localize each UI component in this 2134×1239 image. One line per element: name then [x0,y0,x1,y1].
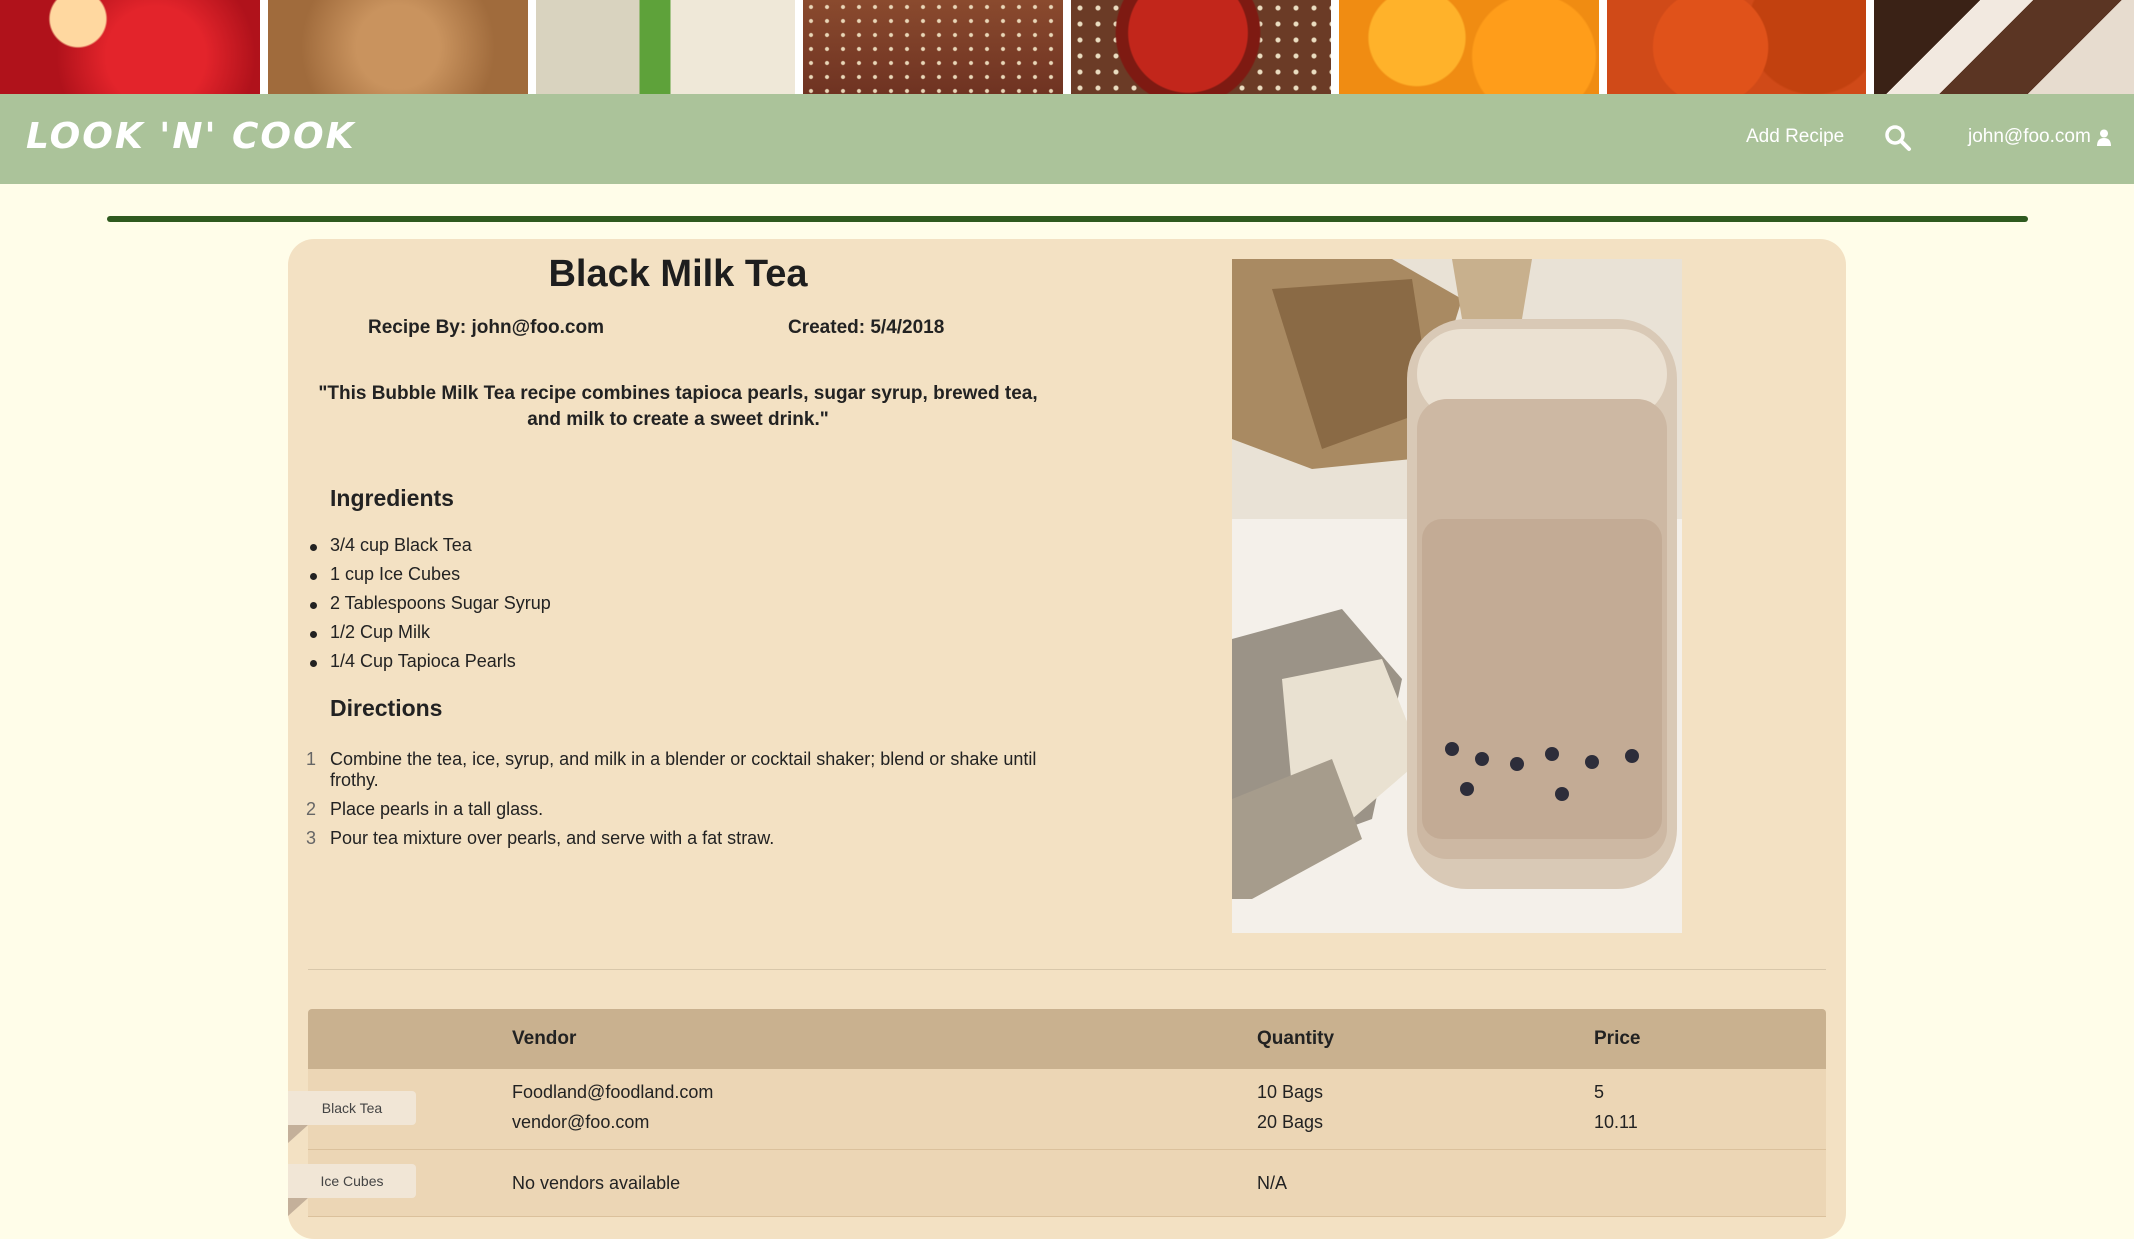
direction-step: 3 Pour tea mixture over pearls, and serve… [306,828,1060,849]
step-text: Place pearls in a tall glass. [330,799,544,819]
vendor-email: vendor@foo.com [512,1112,650,1132]
step-number: 2 [306,799,317,819]
add-recipe-link[interactable]: Add Recipe [1746,126,1844,148]
ingredient-tag: Ice Cubes [288,1164,416,1198]
ingredient-item: 1/2 Cup Milk [310,622,551,651]
recipe-description: "This Bubble Milk Tea recipe combines ta… [318,383,1038,430]
vendor-quantity: 10 Bags [1257,1082,1324,1102]
recipe-photo [1232,259,1682,933]
ingredients-heading: Ingredients [330,485,454,511]
vendor-price: 5 [1594,1082,1605,1102]
direction-step: 1 Combine the tea, ice, syrup, and milk i… [306,749,1060,791]
table-row: Ice Cubes No vendors available N/A [288,1150,1826,1217]
directions-heading: Directions [330,695,443,721]
step-number: 1 [306,749,317,769]
ingredient-tag: Black Tea [288,1091,416,1125]
step-text: Pour tea mixture over pearls, and serve … [330,828,775,848]
search-icon[interactable] [1884,124,1912,152]
recipe-card: Black Milk Tea Recipe By: john@foo.com C… [288,239,1846,1239]
tag-fold [288,1125,308,1143]
banner-image-pastry [267,0,528,94]
section-divider [107,216,2028,222]
banner-image-strawberries [0,0,260,94]
direction-step: 2 Place pearls in a tall glass. [306,799,1060,820]
user-email: john@foo.com [1968,126,2091,147]
food-banner [0,0,2134,94]
content-divider [308,969,1826,970]
vendor-quantity: 20 Bags [1257,1112,1324,1132]
banner-image-peaches [1338,0,1599,94]
user-icon [2096,129,2111,146]
table-row: Black Tea Foodland@foodland.com vendor@f… [288,1069,1826,1150]
column-header-vendor: Vendor [512,1028,577,1049]
vendor-table-header: Vendor Quantity Price [308,1009,1826,1069]
ingredient-item: 3/4 cup Black Tea [310,535,551,564]
ingredient-item: 1/4 Cup Tapioca Pearls [310,651,551,680]
vendor-table: Vendor Quantity Price Black Tea Foodland… [288,1009,1826,1217]
vendor-email: No vendors available [512,1173,681,1193]
column-header-price: Price [1594,1028,1641,1049]
recipe-title: Black Milk Tea [548,253,808,295]
column-header-quantity: Quantity [1257,1028,1335,1049]
recipe-author: Recipe By: john@foo.com [368,317,604,338]
site-logo[interactable]: LOOK 'N' COOK [26,116,356,157]
directions-list: 1 Combine the tea, ice, syrup, and milk i… [306,749,1060,857]
tag-fold [288,1198,308,1216]
banner-image-sauce [1606,0,1867,94]
ingredient-item: 2 Tablespoons Sugar Syrup [310,593,551,622]
user-menu[interactable]: john@foo.com [1968,126,2111,148]
banner-image-chocolate [1874,0,2134,94]
navbar: LOOK 'N' COOK Add Recipe john@foo.com [0,94,2134,184]
vendor-email: Foodland@foodland.com [512,1082,714,1102]
banner-image-salad [535,0,796,94]
step-text: Combine the tea, ice, syrup, and milk in… [330,749,1037,790]
banner-image-granola [803,0,1063,94]
ingredient-item: 1 cup Ice Cubes [310,564,551,593]
banner-image-apple [1071,0,1331,94]
step-number: 3 [306,828,317,848]
vendor-quantity: N/A [1257,1173,1288,1193]
ingredients-list: 3/4 cup Black Tea 1 cup Ice Cubes 2 Tabl… [310,535,551,680]
vendor-price: 10.11 [1594,1112,1638,1132]
recipe-created-date: Created: 5/4/2018 [788,317,945,338]
